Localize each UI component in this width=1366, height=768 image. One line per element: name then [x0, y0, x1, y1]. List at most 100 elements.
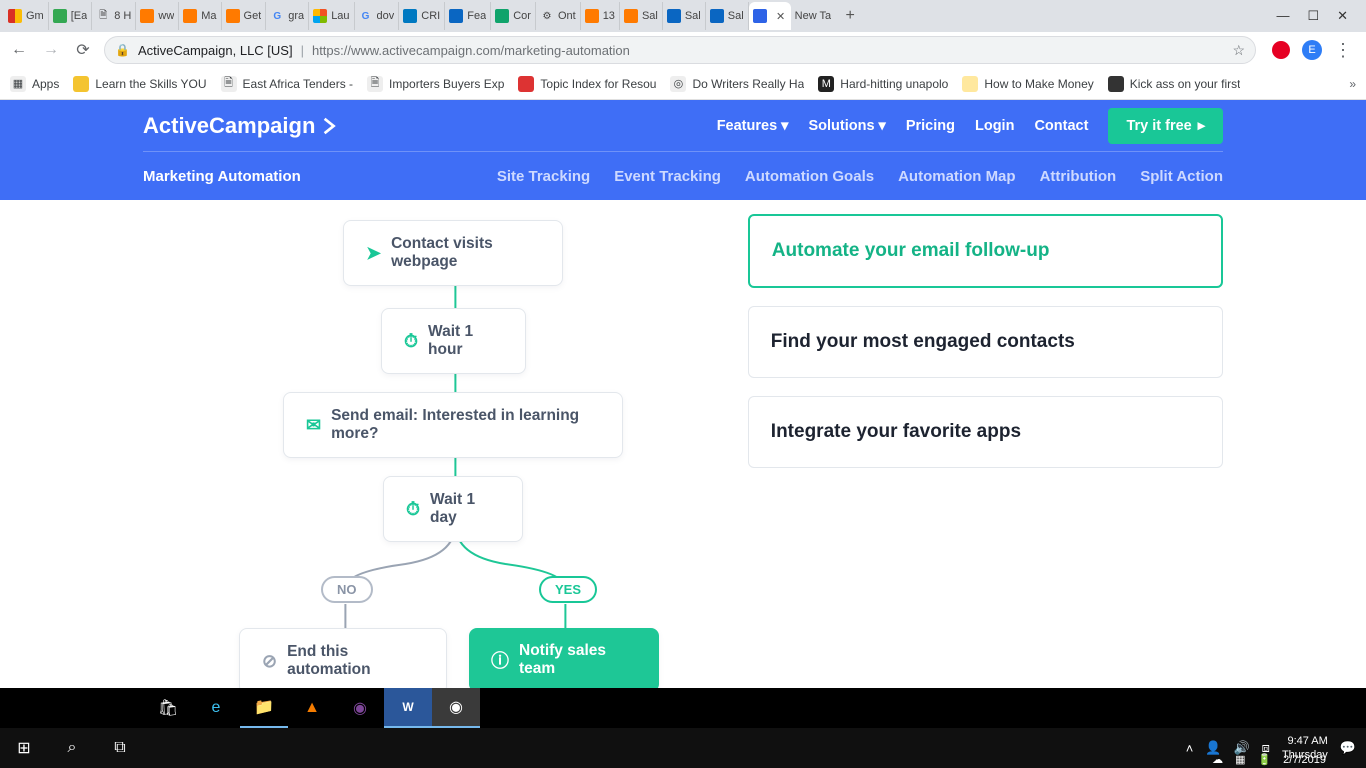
nav-contact[interactable]: Contact — [1034, 118, 1088, 134]
task-view-button[interactable]: ⧉ — [96, 728, 144, 768]
tab[interactable]: Ma — [179, 2, 221, 30]
subnav-link[interactable]: Site Tracking — [497, 168, 590, 185]
new-tab-button[interactable]: + — [835, 7, 859, 25]
battery-icon[interactable]: 🔋 — [1257, 753, 1271, 766]
tab[interactable]: Sal — [620, 2, 663, 30]
bookmark[interactable]: Topic Index for Resou — [518, 76, 656, 92]
tab[interactable]: Lau — [309, 2, 354, 30]
flow-node-end: ⊘ End this automation — [239, 628, 447, 694]
option-cards: Automate your email follow-up Find your … — [748, 208, 1223, 688]
close-icon[interactable]: ✕ — [775, 10, 787, 23]
tab[interactable]: ⚙Ont — [536, 2, 581, 30]
card-engaged-contacts[interactable]: Find your most engaged contacts — [748, 306, 1223, 378]
site-header: ActiveCampaign Features ▾ Solutions ▾ Pr… — [0, 100, 1366, 200]
tab[interactable]: Fea — [445, 2, 491, 30]
tab[interactable]: 🗎8 H — [92, 2, 136, 30]
secondary-nav: Marketing Automation Site Tracking Event… — [143, 152, 1223, 200]
bookmark[interactable]: ◎Do Writers Really Ha — [670, 76, 804, 92]
favicon — [518, 76, 534, 92]
brand-logo[interactable]: ActiveCampaign — [143, 113, 339, 139]
subnav-link[interactable]: Automation Goals — [745, 168, 874, 185]
bookmark[interactable]: MHard-hitting unapolo — [818, 76, 948, 92]
taskbar-word-icon[interactable]: W — [384, 688, 432, 728]
flow-node-trigger: ➤ Contact visits webpage — [343, 220, 563, 286]
gear-icon: ⚙ — [540, 9, 554, 23]
nav-pricing[interactable]: Pricing — [906, 118, 955, 134]
close-window-button[interactable]: ✕ — [1337, 8, 1348, 24]
page-title: Marketing Automation — [143, 168, 301, 185]
tab[interactable]: CRI — [399, 2, 445, 30]
tab[interactable]: Gm — [4, 2, 49, 30]
bookmark[interactable]: Kick ass on your first — [1108, 76, 1241, 92]
taskbar-explorer-icon[interactable]: 📁 — [240, 688, 288, 728]
card-integrate-apps[interactable]: Integrate your favorite apps — [748, 396, 1223, 468]
minimize-button[interactable]: — — [1276, 8, 1289, 24]
page-icon: 🗎 — [221, 76, 237, 92]
bookmark[interactable]: 🗎Importers Buyers Exp — [367, 76, 504, 92]
tab[interactable]: Gdov — [355, 2, 400, 30]
nav-login[interactable]: Login — [975, 118, 1014, 134]
forward-button[interactable]: → — [40, 41, 62, 59]
tab[interactable]: Sal — [663, 2, 706, 30]
tray-row2: ☁ ▦ 🔋 2/7/2019 — [1212, 753, 1356, 766]
tab-active[interactable]: ✕ — [749, 2, 791, 30]
taskbar-store-icon[interactable]: 🛍 — [144, 688, 192, 728]
tab[interactable]: Cor — [491, 2, 536, 30]
try-free-button[interactable]: Try it free▸ — [1108, 108, 1223, 144]
subnav-link[interactable]: Event Tracking — [614, 168, 721, 185]
nav-features[interactable]: Features ▾ — [717, 118, 789, 134]
tab-new[interactable]: New Ta — [791, 2, 835, 30]
branch-no: NO — [321, 576, 373, 603]
bookmark[interactable]: 🗎East Africa Tenders - — [221, 76, 354, 92]
bookmark[interactable]: Learn the Skills YOU — [73, 76, 206, 92]
back-button[interactable]: ← — [8, 41, 30, 59]
hubspot-icon — [624, 9, 638, 23]
bookmarks-bar: ▦Apps Learn the Skills YOU 🗎East Africa … — [0, 68, 1366, 100]
primary-nav: ActiveCampaign Features ▾ Solutions ▾ Pr… — [143, 100, 1223, 152]
search-button[interactable]: ⌕ — [48, 728, 96, 768]
tab-strip: Gm [Ea 🗎8 H ww Ma Get Ggra Lau Gdov CRI … — [0, 0, 1366, 32]
taskbar-chrome-icon[interactable]: ◉ — [432, 688, 480, 728]
menu-icon[interactable]: ⋮ — [1334, 40, 1352, 61]
tray-chevron-icon[interactable]: ˄ — [1186, 741, 1194, 756]
bookmark[interactable]: How to Make Money — [962, 76, 1093, 92]
reload-button[interactable]: ⟳ — [72, 40, 94, 60]
maximize-button[interactable]: ☐ — [1307, 8, 1319, 24]
bookmarks-overflow-icon[interactable]: » — [1349, 77, 1356, 91]
google-icon: G — [359, 9, 373, 23]
tab[interactable]: Get — [222, 2, 267, 30]
pinterest-icon[interactable] — [1272, 41, 1290, 59]
tab[interactable]: ww — [136, 2, 179, 30]
tray-date[interactable]: 2/7/2019 — [1283, 754, 1326, 766]
tab[interactable]: 13 — [581, 2, 620, 30]
window-controls: — ☐ ✕ — [1262, 8, 1362, 24]
favicon — [710, 9, 724, 23]
tab[interactable]: Sal — [706, 2, 749, 30]
card-automate-followup[interactable]: Automate your email follow-up — [748, 214, 1223, 288]
google-icon: G — [270, 9, 284, 23]
timer-icon: ⏱ — [404, 331, 418, 352]
network-icon[interactable]: ▦ — [1235, 753, 1245, 766]
tab[interactable]: [Ea — [49, 2, 93, 30]
url-path: https://www.activecampaign.com/marketing… — [312, 43, 630, 58]
omnibox[interactable]: 🔒 ActiveCampaign, LLC [US] | https://www… — [104, 36, 1256, 64]
onedrive-icon[interactable]: ☁ — [1212, 753, 1223, 766]
profile-avatar[interactable]: E — [1302, 40, 1322, 60]
tab[interactable]: Ggra — [266, 2, 309, 30]
bookmark-apps[interactable]: ▦Apps — [10, 76, 59, 92]
nav-solutions[interactable]: Solutions ▾ — [808, 118, 885, 134]
address-bar-row: ← → ⟳ 🔒 ActiveCampaign, LLC [US] | https… — [0, 32, 1366, 68]
start-button[interactable]: ⊞ — [0, 728, 48, 768]
url-origin: ActiveCampaign, LLC [US] — [138, 43, 293, 58]
subnav-link[interactable]: Split Action — [1140, 168, 1223, 185]
chevron-right-icon — [321, 117, 339, 135]
taskbar-edge-icon[interactable]: e — [192, 688, 240, 728]
taskbar-tor-icon[interactable]: ◉ — [336, 688, 384, 728]
caret-right-icon: ▸ — [1198, 118, 1205, 134]
taskbar-vlc-icon[interactable]: ▲ — [288, 688, 336, 728]
favicon — [1108, 76, 1124, 92]
subnav-link[interactable]: Automation Map — [898, 168, 1016, 185]
bookmark-star-icon[interactable]: ☆ — [1232, 42, 1245, 59]
subnav-link[interactable]: Attribution — [1040, 168, 1117, 185]
main-content: ➤ Contact visits webpage ⏱ Wait 1 hour ✉… — [143, 200, 1223, 688]
